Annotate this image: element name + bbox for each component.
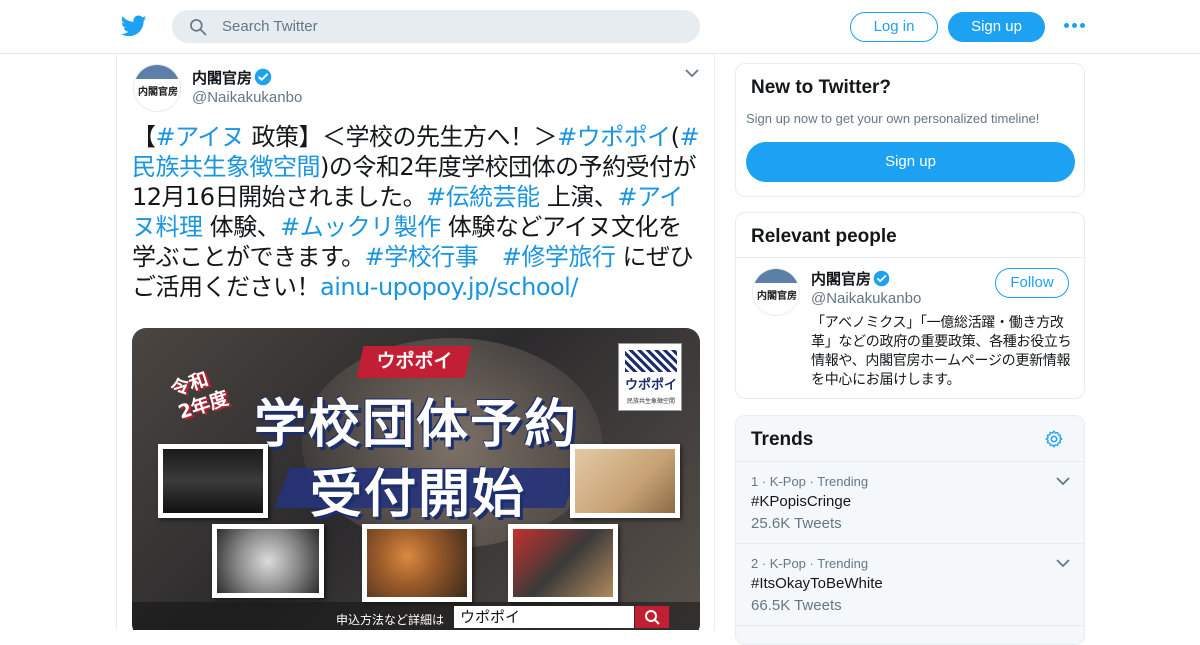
hashtag-link[interactable]: #修学旅行 <box>502 243 616 271</box>
gear-icon[interactable] <box>1044 429 1064 449</box>
tweet-text-run: 政策】＜学校の先生方へ！＞ <box>244 123 558 151</box>
sidebar-signup-button[interactable]: Sign up <box>746 142 1075 182</box>
verified-badge-icon <box>254 68 272 86</box>
image-year-label: 令和 2年度 <box>168 368 232 424</box>
trend-count: 66.5K Tweets <box>751 597 842 614</box>
search-icon <box>190 19 207 36</box>
relevant-people-card: Relevant people 内閣官房 内閣官房 @Naikakukanbo … <box>735 212 1085 399</box>
upopoy-logo: ウポポイ 民族共生象徴空間 <box>618 343 682 411</box>
trends-card: Trends 1 · K-Pop · Trending #KPopisCring… <box>735 415 1085 645</box>
hashtag-link[interactable]: #ウポポイ <box>557 123 671 151</box>
trend-count: 25.6K Tweets <box>751 515 842 532</box>
url-link[interactable]: ainu-upopoy.jp/school/ <box>320 273 578 301</box>
image-search-icon <box>635 606 669 628</box>
photo-cuisine <box>362 524 472 602</box>
photo-venue <box>212 524 324 598</box>
trend-hashtag[interactable]: #ItsOkayToBeWhite <box>751 575 883 592</box>
image-pill-label: ウポポイ <box>356 346 472 378</box>
card-title: Relevant people <box>751 226 897 247</box>
hashtag-link[interactable]: #伝統芸能 <box>426 183 540 211</box>
search-bar <box>172 10 700 43</box>
tweet-image[interactable]: ウポポイ 令和 2年度 学校団体予約 受付開始 ウポポイ 民族共生象徴空間 申込… <box>132 328 700 630</box>
tweet-text-run: 上演、 <box>539 183 618 211</box>
search-input[interactable] <box>222 10 682 43</box>
card-subtitle: Sign up now to get your own personalized… <box>746 111 1040 126</box>
image-headline-1: 学校団体予約 <box>254 395 579 455</box>
signup-button[interactable]: Sign up <box>948 12 1045 42</box>
tweet-text-run: ( <box>670 123 680 151</box>
tweet-text-run: 体験、 <box>202 213 281 241</box>
image-bottom-bar: 申込方法など詳細は ウポポイ <box>132 602 700 630</box>
hashtag-link[interactable]: #アイヌ <box>156 123 245 151</box>
trend-meta: 2 · K-Pop · Trending <box>751 556 869 571</box>
tweet-text-run <box>478 243 502 271</box>
photo-performance <box>158 444 268 518</box>
image-bottom-label: 申込方法など詳細は <box>336 613 445 627</box>
chevron-down-icon[interactable] <box>685 68 699 78</box>
avatar[interactable]: 内閣官房 <box>133 64 181 112</box>
tweet-card: 内閣官房 内閣官房 @Naikakukanbo 【#アイヌ 政策】＜学校の先生方… <box>116 54 715 630</box>
person-bio: 「アベノミクス」「一億総活躍・働き方改革」などの政府の重要政策、各種お役立ち情報… <box>811 315 1072 388</box>
hashtag-link[interactable]: #ムックリ製作 <box>280 213 441 241</box>
image-headline-2: 受付開始 <box>310 465 527 525</box>
person-name[interactable]: 内閣官房 <box>811 268 871 289</box>
hashtag-link[interactable]: #学校行事 <box>365 243 479 271</box>
new-to-twitter-card: New to Twitter? Sign up now to get your … <box>735 63 1085 197</box>
person-handle[interactable]: @Naikakukanbo <box>811 290 921 307</box>
tweet-text-run: 【 <box>132 123 156 151</box>
trend-hashtag[interactable]: #KPopisCringe <box>751 493 851 510</box>
image-search-box: ウポポイ <box>454 606 634 628</box>
author-handle[interactable]: @Naikakukanbo <box>192 89 302 106</box>
follow-button[interactable]: Follow <box>995 268 1069 298</box>
trend-item[interactable]: 1 · K-Pop · Trending #KPopisCringe 25.6K… <box>736 462 1084 544</box>
card-title: New to Twitter? <box>751 77 892 98</box>
twitter-bird-icon[interactable] <box>120 13 148 39</box>
chevron-down-icon[interactable] <box>1056 558 1070 568</box>
trend-item[interactable]: 2 · K-Pop · Trending #ItsOkayToBeWhite 6… <box>736 544 1084 626</box>
more-options-icon[interactable] <box>1064 18 1086 34</box>
author-name[interactable]: 内閣官房 <box>192 67 252 88</box>
avatar-text: 内閣官房 <box>138 87 178 98</box>
tweet-text: 【#アイヌ 政策】＜学校の先生方へ！＞#ウポポイ(#民族共生象徴空間)の令和2年… <box>132 122 702 302</box>
avatar[interactable]: 内閣官房 <box>752 268 800 316</box>
trend-meta: 1 · K-Pop · Trending <box>751 474 869 489</box>
card-title: Trends <box>751 429 814 450</box>
photo-crafting <box>570 444 680 518</box>
photo-costume <box>508 524 618 602</box>
avatar-text: 内閣官房 <box>757 291 797 302</box>
top-navigation-bar: Log in Sign up <box>0 0 1200 54</box>
login-button[interactable]: Log in <box>850 12 938 42</box>
verified-badge-icon <box>873 270 890 287</box>
chevron-down-icon[interactable] <box>1056 476 1070 486</box>
